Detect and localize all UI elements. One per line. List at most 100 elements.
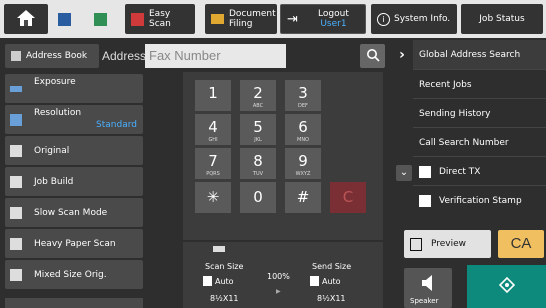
key-6-num: 6 bbox=[298, 118, 308, 136]
mode-tab-scan[interactable] bbox=[86, 4, 120, 34]
info-icon: i bbox=[377, 12, 390, 26]
action-panel: › Global Address Search Recent Jobs Send… bbox=[393, 40, 546, 216]
speaker-icon bbox=[420, 274, 436, 296]
search-button[interactable] bbox=[360, 44, 385, 68]
key-8-num: 8 bbox=[253, 152, 263, 170]
exposure-label: Exposure bbox=[34, 77, 76, 87]
original-button[interactable]: Original bbox=[5, 136, 143, 165]
key-7-num: 7 bbox=[208, 152, 218, 170]
send-size-button[interactable]: Auto bbox=[310, 274, 360, 288]
system-info-button[interactable]: i System Info. bbox=[371, 4, 457, 34]
key-8[interactable]: 8 TUV bbox=[240, 148, 276, 179]
fax-number-field[interactable]: Fax Number bbox=[145, 44, 286, 68]
key-7-sub: PQRS bbox=[206, 171, 220, 177]
sending-history-label: Sending History bbox=[419, 108, 491, 119]
key-5[interactable]: 5 JKL bbox=[240, 114, 276, 145]
key-1[interactable]: 1 bbox=[195, 80, 231, 111]
key-3-sub: DEF bbox=[298, 103, 308, 109]
job-status-button[interactable]: Job Status bbox=[461, 4, 543, 34]
easy-scan-label-2: Scan bbox=[149, 19, 171, 29]
scan-size-button[interactable]: Auto bbox=[203, 274, 253, 288]
key-2[interactable]: 2 ABC bbox=[240, 80, 276, 111]
verification-stamp-option[interactable]: Verification Stamp bbox=[413, 187, 546, 215]
scan-size-label: Scan Size bbox=[205, 262, 244, 271]
logout-button[interactable]: ⇥ Logout User1 bbox=[280, 4, 366, 34]
key-4-num: 4 bbox=[208, 118, 218, 136]
key-5-sub: JKL bbox=[254, 137, 262, 143]
logout-icon: ⇥ bbox=[287, 11, 298, 27]
mixed-size-orig-button[interactable]: Mixed Size Orig. bbox=[5, 260, 143, 289]
direct-tx-label: Direct TX bbox=[439, 166, 481, 177]
job-build-button[interactable]: Job Build bbox=[5, 167, 143, 196]
chevron-right-icon[interactable]: › bbox=[393, 42, 411, 68]
exposure-button[interactable]: Exposure bbox=[5, 74, 143, 103]
address-book-label: Address Book bbox=[26, 51, 88, 61]
slow-scan-mode-button[interactable]: Slow Scan Mode bbox=[5, 198, 143, 227]
key-2-sub: ABC bbox=[252, 103, 264, 109]
document-filing-button[interactable]: Document Filing bbox=[205, 4, 277, 34]
send-size-label: Send Size bbox=[312, 262, 352, 271]
easy-scan-button[interactable]: Easy Scan bbox=[125, 4, 195, 34]
key-asterisk[interactable]: ✳ bbox=[195, 182, 231, 213]
folder-icon bbox=[211, 14, 224, 24]
direct-tx-checkbox[interactable] bbox=[419, 165, 431, 178]
preview-icon bbox=[410, 237, 422, 251]
key-9[interactable]: 9 WXYZ bbox=[285, 148, 321, 179]
speaker-button[interactable]: Speaker bbox=[404, 268, 452, 308]
send-size-auto: Auto bbox=[322, 277, 341, 286]
start-button[interactable] bbox=[467, 265, 546, 308]
job-build-icon bbox=[10, 176, 22, 188]
exposure-icon bbox=[10, 86, 22, 92]
key-5-num: 5 bbox=[253, 118, 263, 136]
key-hash[interactable]: # bbox=[285, 182, 321, 213]
easy-scan-icon bbox=[131, 12, 144, 26]
recent-jobs[interactable]: Recent Jobs bbox=[413, 71, 546, 99]
start-icon bbox=[498, 276, 515, 297]
heavy-paper-scan-button[interactable]: Heavy Paper Scan bbox=[5, 229, 143, 258]
mixed-size-icon bbox=[10, 269, 22, 281]
address-label: Address bbox=[102, 49, 147, 63]
job-build-label: Job Build bbox=[34, 177, 74, 187]
resolution-button[interactable]: Resolution Standard bbox=[5, 105, 143, 134]
preview-button[interactable]: Preview bbox=[404, 230, 491, 258]
search-icon bbox=[366, 47, 380, 66]
address-book-button[interactable]: Address Book bbox=[5, 44, 99, 68]
mode-tab-copy[interactable] bbox=[50, 4, 84, 34]
global-search-label: Global Address Search bbox=[419, 49, 521, 60]
resolution-icon bbox=[10, 114, 22, 126]
heavy-paper-label: Heavy Paper Scan bbox=[34, 239, 116, 249]
slow-scan-icon bbox=[10, 207, 22, 219]
job-status-label: Job Status bbox=[479, 14, 525, 24]
key-4-sub: GHI bbox=[208, 137, 218, 143]
sending-history[interactable]: Sending History bbox=[413, 100, 546, 128]
key-4[interactable]: 4 GHI bbox=[195, 114, 231, 145]
address-book-icon bbox=[11, 51, 21, 61]
verification-stamp-checkbox[interactable] bbox=[419, 195, 431, 207]
doc-filing-label-2: Filing bbox=[229, 19, 253, 29]
key-0[interactable]: 0 bbox=[240, 182, 276, 213]
global-address-search[interactable]: Global Address Search bbox=[413, 40, 546, 70]
home-button[interactable] bbox=[4, 4, 48, 34]
key-6[interactable]: 6 MNO bbox=[285, 114, 321, 145]
call-search-label: Call Search Number bbox=[419, 137, 509, 148]
key-1-num: 1 bbox=[208, 84, 218, 102]
key-3[interactable]: 3 DEF bbox=[285, 80, 321, 111]
clear-all-button[interactable]: CA bbox=[498, 230, 544, 258]
clear-key-label: C bbox=[342, 188, 354, 206]
key-7[interactable]: 7 PQRS bbox=[195, 148, 231, 179]
scanner-icon bbox=[213, 246, 225, 252]
direct-tx-option[interactable]: Direct TX bbox=[413, 158, 546, 186]
resolution-value: Standard bbox=[96, 120, 137, 130]
slow-scan-label: Slow Scan Mode bbox=[34, 208, 108, 218]
address-row: Address Book Address Fax Number bbox=[0, 42, 390, 70]
scan-size-auto: Auto bbox=[215, 277, 234, 286]
original-icon bbox=[10, 145, 22, 157]
more-settings-strip[interactable] bbox=[5, 298, 143, 308]
chevron-down-icon[interactable]: ⌄ bbox=[396, 165, 412, 181]
clear-key[interactable]: C bbox=[330, 182, 366, 213]
arrow-right-icon: ▶ bbox=[276, 288, 281, 295]
call-search-number[interactable]: Call Search Number bbox=[413, 129, 546, 157]
send-paper-icon bbox=[310, 276, 319, 286]
logout-label: Logout bbox=[318, 9, 349, 19]
send-size-paper: 8½X11 bbox=[317, 294, 346, 303]
